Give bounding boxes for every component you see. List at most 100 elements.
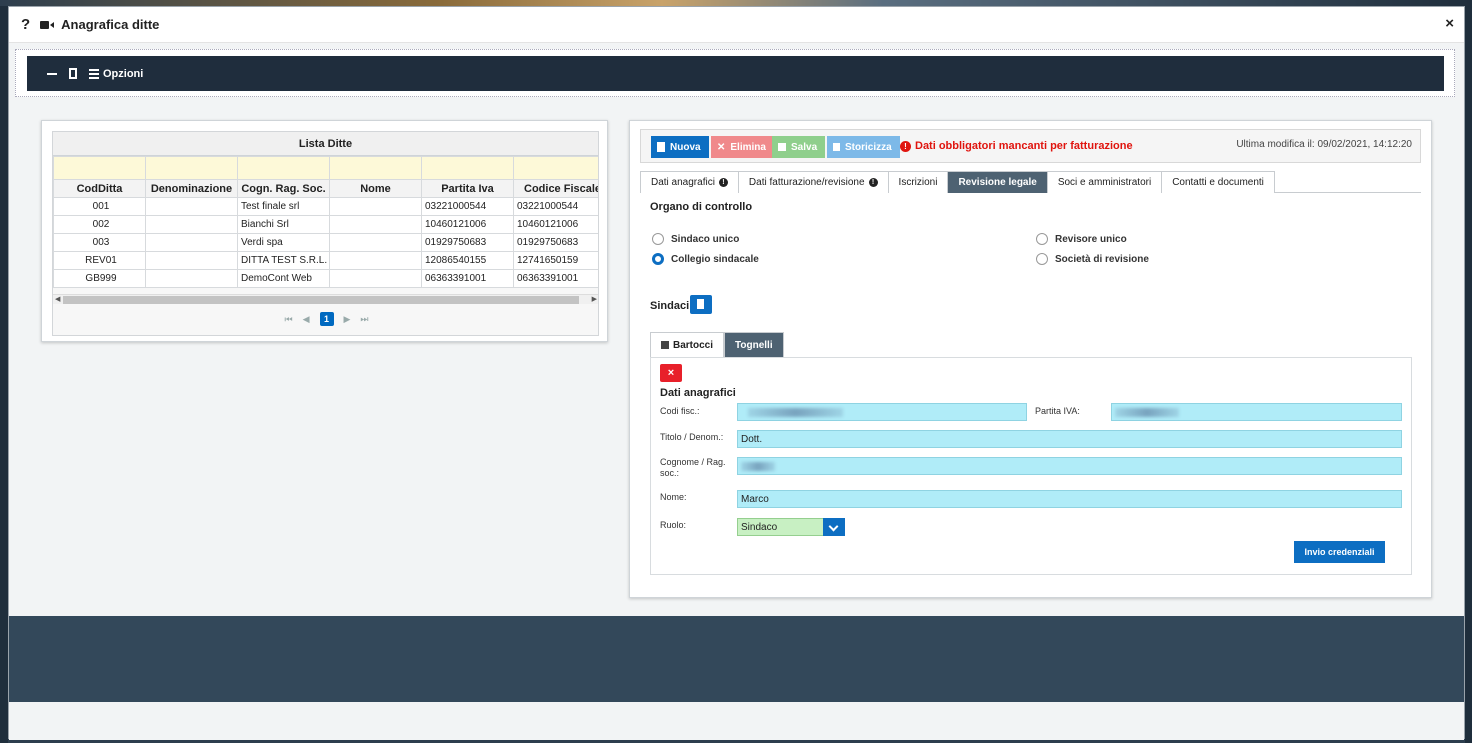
close-icon[interactable]: × (1445, 15, 1454, 32)
table-row[interactable]: 002 Bianchi Srl 10460121006 10460121006 (53, 215, 598, 234)
cell-codice-fiscale: 10460121006 (513, 215, 598, 234)
table-row[interactable]: 003 Verdi spa 01929750683 01929750683 (53, 233, 598, 252)
radio-circle[interactable] (1036, 253, 1048, 265)
titolo-label: Titolo / Denom.: (660, 432, 724, 442)
nome-label: Nome: (660, 492, 687, 502)
radio-sindaco-unico[interactable]: Sindaco unico (652, 233, 739, 245)
filter-cell[interactable] (237, 156, 330, 180)
ruolo-value: Sindaco (741, 522, 778, 533)
modal-header: ? Anagrafica ditte × (9, 7, 1464, 43)
cell-ragsoc: Verdi spa (237, 233, 330, 252)
building-icon[interactable] (69, 68, 77, 79)
nome-input[interactable]: Marco (737, 490, 1402, 508)
titolo-input[interactable]: Dott. (737, 430, 1402, 448)
filter-cell[interactable] (145, 156, 238, 180)
file-icon (657, 142, 665, 152)
tab-iscrizioni[interactable]: Iscrizioni (887, 171, 949, 193)
radio-circle[interactable] (1036, 233, 1048, 245)
ruolo-label: Ruolo: (660, 520, 687, 530)
subtab-label: Tognelli (735, 339, 773, 351)
scroll-right-icon[interactable]: ▶ (592, 295, 597, 303)
last-modified: Ultima modifica il: 09/02/2021, 14:12:20 (1236, 139, 1412, 150)
tab-soci-amministratori[interactable]: Soci e amministratori (1046, 171, 1163, 193)
cell-denominazione (145, 215, 238, 234)
radio-societa-revisione[interactable]: Società di revisione (1036, 253, 1149, 265)
nuova-button[interactable]: Nuova (651, 136, 709, 158)
radio-circle[interactable] (652, 233, 664, 245)
delete-sindaco-button[interactable]: × (660, 364, 682, 382)
radio-collegio-sindacale[interactable]: Collegio sindacale (652, 253, 759, 265)
current-page[interactable]: 1 (319, 312, 334, 326)
tab-contatti-documenti[interactable]: Contatti e documenti (1161, 171, 1275, 193)
cell-codice-fiscale: 06363391001 (513, 269, 598, 288)
cell-ragsoc: DITTA TEST S.R.L. (237, 251, 330, 270)
sindaco-form: × Dati anagrafici Codi fisc.: Partita IV… (650, 357, 1412, 575)
info-icon: ! (718, 178, 728, 187)
dati-anagrafici-title: Dati anagrafici (660, 387, 736, 399)
cell-partita-iva: 10460121006 (421, 215, 514, 234)
cell-nome (329, 251, 422, 270)
horizontal-scrollbar[interactable]: ◀ ▶ (53, 294, 598, 304)
column-header[interactable]: Denominazione (145, 179, 238, 198)
background-left-strip (0, 6, 8, 743)
options-button[interactable]: Opzioni (103, 68, 143, 80)
storicizza-button[interactable]: Storicizza (827, 136, 900, 158)
missing-data-warning: ! Dati obbligatori mancanti per fatturaz… (900, 140, 1133, 152)
partita-iva-input[interactable] (1111, 403, 1402, 421)
salva-button[interactable]: Salva (772, 136, 826, 158)
prev-page-icon[interactable]: ◀ (303, 314, 310, 325)
cell-codditta: GB999 (53, 269, 146, 288)
cell-codditta: 003 (53, 233, 146, 252)
filter-cell[interactable] (513, 156, 598, 180)
add-sindaco-button[interactable] (690, 295, 712, 314)
cod-fisc-input[interactable] (737, 403, 1027, 421)
filter-row (53, 156, 598, 180)
help-icon[interactable]: ? (21, 16, 30, 33)
storicizza-label: Storicizza (845, 141, 892, 153)
company-grid: Lista Ditte CodDitta Denominazione Cogn. (52, 131, 599, 336)
filter-cell[interactable] (53, 156, 146, 180)
filter-cell[interactable] (329, 156, 422, 180)
next-page-icon[interactable]: ▶ (344, 314, 351, 325)
tab-label: Dati anagrafici (651, 177, 715, 188)
elimina-button[interactable]: ✕ Elimina (711, 136, 774, 158)
chevron-down-icon[interactable] (823, 518, 845, 536)
collapse-icon[interactable] (47, 72, 57, 75)
first-page-icon[interactable]: ⏮ (284, 314, 292, 325)
cod-fisc-label: Codi fisc.: (660, 406, 700, 416)
tab-revisione-legale[interactable]: Revisione legale (947, 171, 1048, 193)
tab-label: Contatti e documenti (1172, 177, 1264, 188)
scrollbar-thumb[interactable] (63, 296, 579, 304)
subtab-bartocci[interactable]: Bartocci (650, 332, 725, 357)
tab-label: Revisione legale (958, 177, 1037, 188)
scroll-left-icon[interactable]: ◀ (55, 295, 60, 303)
column-header[interactable]: CodDitta (53, 179, 146, 198)
radio-label: Società di revisione (1055, 253, 1149, 265)
filter-cell[interactable] (421, 156, 514, 180)
header-row: CodDitta Denominazione Cogn. Rag. Soc. N… (53, 179, 598, 198)
grid-caption: Lista Ditte (53, 132, 598, 156)
subtab-tognelli[interactable]: Tognelli (724, 332, 784, 357)
last-page-icon[interactable]: ⏭ (360, 314, 368, 325)
cell-denominazione (145, 269, 238, 288)
video-camera-icon[interactable] (40, 20, 55, 29)
table-row[interactable]: GB999 DemoCont Web 06363391001 063633910… (53, 269, 598, 288)
table-row[interactable]: 001 Test finale srl 03221000544 03221000… (53, 197, 598, 216)
column-header[interactable]: Partita Iva (421, 179, 514, 198)
sindaci-tabs: Bartocci Tognelli (650, 332, 784, 357)
cognome-input[interactable] (737, 457, 1402, 475)
ruolo-select[interactable]: Sindaco (737, 518, 845, 536)
tab-dati-fatturazione[interactable]: Dati fatturazione/revisione ! (737, 171, 889, 193)
table-row[interactable]: REV01 DITTA TEST S.R.L. 12086540155 1274… (53, 251, 598, 270)
tab-dati-anagrafici[interactable]: Dati anagrafici ! (640, 171, 739, 193)
warning-text: Dati obbligatori mancanti per fatturazio… (915, 140, 1133, 152)
column-header[interactable]: Nome (329, 179, 422, 198)
radio-revisore-unico[interactable]: Revisore unico (1036, 233, 1127, 245)
salva-label: Salva (791, 141, 818, 153)
invio-credenziali-button[interactable]: Invio credenziali (1294, 541, 1385, 563)
radio-circle-selected[interactable] (652, 253, 664, 265)
column-header[interactable]: Codice Fiscale (513, 179, 598, 198)
redacted-value (748, 408, 843, 417)
column-header[interactable]: Cogn. Rag. Soc. (237, 179, 330, 198)
detail-tabs: Dati anagrafici ! Dati fatturazione/revi… (640, 171, 1421, 193)
